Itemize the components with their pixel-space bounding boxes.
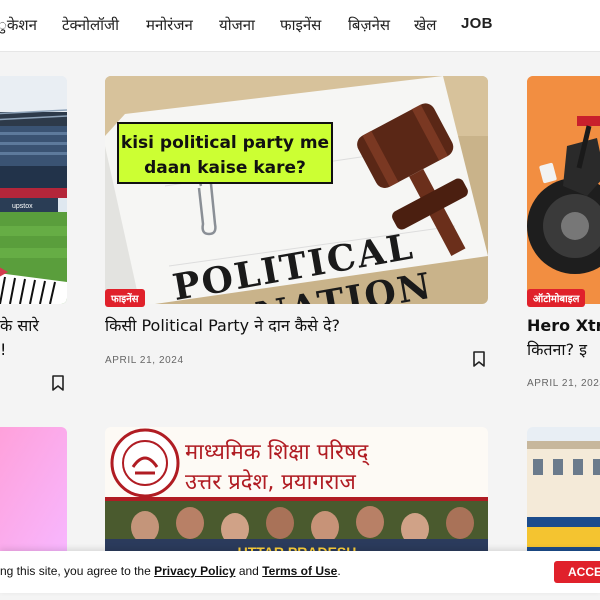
card-image-up-board[interactable]: माध्यमिक शिक्षा परिषद् उत्तर प्रदेश, प्र…: [105, 427, 488, 557]
card-image-building[interactable]: [527, 427, 600, 557]
card-image-stadium[interactable]: upstox: [0, 76, 67, 304]
svg-text:kisi political party me: kisi political party me: [121, 133, 329, 153]
motorcycle-image: [527, 76, 600, 304]
nav-item-education[interactable]: ुकेशन: [0, 15, 37, 35]
card-image-political-donation[interactable]: kisi political party me daan kaise kare?…: [105, 76, 488, 304]
cookie-message: ng this site, you agree to the Privacy P…: [0, 564, 341, 578]
nav-item-yojana[interactable]: योजना: [219, 15, 255, 35]
nav-item-entertainment[interactable]: मनोरंजन: [146, 15, 193, 35]
card-title-line2[interactable]: कितना? इ: [527, 338, 600, 362]
nav-item-finance[interactable]: फाइनेंस: [280, 15, 321, 35]
terms-of-use-link[interactable]: Terms of Use: [262, 564, 337, 578]
cookie-consent-bar: ng this site, you agree to the Privacy P…: [0, 551, 600, 593]
category-badge[interactable]: फाइनेंस: [105, 289, 145, 307]
card-title[interactable]: किसी Political Party ने दान कैसे दे?: [105, 314, 488, 338]
card-image-motorcycle[interactable]: [527, 76, 600, 304]
svg-text:upstox: upstox: [12, 203, 33, 210]
card-date: APRIL 21, 2024: [105, 355, 184, 366]
nav-item-sports[interactable]: खेल: [414, 15, 436, 35]
political-donation-image: kisi political party me daan kaise kare?…: [105, 76, 488, 304]
svg-text:daan kaise kare?: daan kaise kare?: [144, 158, 306, 178]
privacy-policy-link[interactable]: Privacy Policy: [154, 564, 235, 578]
stadium-image: upstox: [0, 76, 67, 304]
top-navigation: ुकेशन टेक्नोलॉजी मनोरंजन योजना फाइनेंस ब…: [0, 0, 600, 52]
nav-item-technology[interactable]: टेक्नोलॉजी: [62, 15, 119, 35]
nav-item-job[interactable]: JOB: [461, 15, 493, 32]
svg-text:माध्यमिक शिक्षा परिषद्: माध्यमिक शिक्षा परिषद्: [185, 439, 370, 466]
card-image-pink[interactable]: [0, 427, 67, 557]
pink-gradient-image: [0, 427, 67, 557]
building-image: [527, 427, 600, 557]
card-title[interactable]: Hero Xtr: [527, 314, 600, 338]
up-board-image: माध्यमिक शिक्षा परिषद् उत्तर प्रदेश, प्र…: [105, 427, 488, 557]
svg-text:उत्तर प्रदेश, प्रयागराज: उत्तर प्रदेश, प्रयागराज: [185, 469, 356, 495]
category-badge[interactable]: ऑटोमोबाइल: [527, 289, 586, 307]
card-title[interactable]: के सारे: [0, 314, 67, 338]
card-date: APRIL 21, 2024: [527, 378, 600, 389]
card-title-line2[interactable]: !: [0, 338, 67, 362]
bookmark-icon[interactable]: [51, 375, 65, 391]
bookmark-icon[interactable]: [472, 351, 486, 367]
accept-cookies-button[interactable]: ACCE: [554, 561, 600, 583]
nav-item-business[interactable]: बिज़नेस: [348, 15, 390, 35]
